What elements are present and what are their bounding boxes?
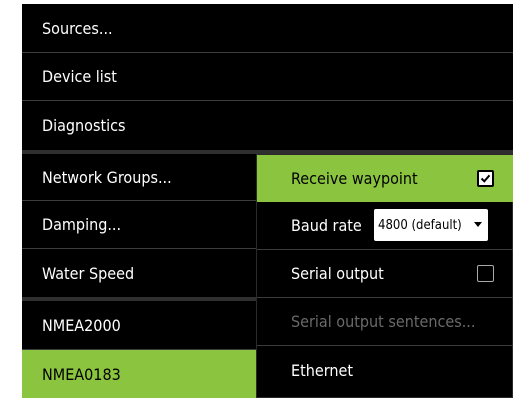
- baud-rate-value: 4800 (default): [378, 217, 462, 233]
- menu-item-label: Device list: [42, 67, 117, 86]
- baud-rate-label: Baud rate: [291, 216, 362, 235]
- serial-output-checkbox[interactable]: [477, 265, 494, 282]
- ethernet-label: Ethernet: [291, 360, 353, 380]
- menu-item-label: Water Speed: [42, 263, 135, 283]
- receive-waypoint-label: Receive waypoint: [291, 169, 418, 188]
- menu-item-label: Diagnostics: [42, 116, 126, 135]
- checkmark-icon: [480, 174, 491, 183]
- baud-rate-select[interactable]: 4800 (default): [374, 209, 488, 241]
- menu-item-label: Network Groups...: [42, 167, 172, 187]
- ethernet-option[interactable]: Ethernet: [257, 346, 513, 394]
- receive-waypoint-checkbox[interactable]: [477, 170, 494, 187]
- serial-output-option[interactable]: Serial output: [257, 250, 513, 297]
- serial-output-label: Serial output: [291, 264, 384, 283]
- menu-item-sources[interactable]: Sources...: [22, 4, 513, 52]
- nmea0183-submenu: Receive waypoint Baud rate 4800 (default…: [256, 154, 513, 398]
- menu-item-diagnostics[interactable]: Diagnostics: [22, 101, 513, 150]
- serial-output-sentences-label: Serial output sentences...: [291, 312, 476, 331]
- menu-item-label: Sources...: [42, 18, 113, 38]
- serial-output-sentences-option: Serial output sentences...: [257, 298, 513, 345]
- menu-item-label: NMEA2000: [42, 315, 121, 335]
- receive-waypoint-option[interactable]: Receive waypoint: [257, 155, 513, 202]
- settings-screen: Sources... Device list Diagnostics Netwo…: [0, 0, 513, 398]
- menu-item-label: Damping...: [42, 215, 122, 234]
- baud-rate-option: Baud rate 4800 (default): [257, 202, 513, 249]
- menu-item-label: NMEA0183: [42, 364, 121, 384]
- chevron-down-icon: [474, 222, 482, 227]
- menu-item-device-list[interactable]: Device list: [22, 53, 513, 100]
